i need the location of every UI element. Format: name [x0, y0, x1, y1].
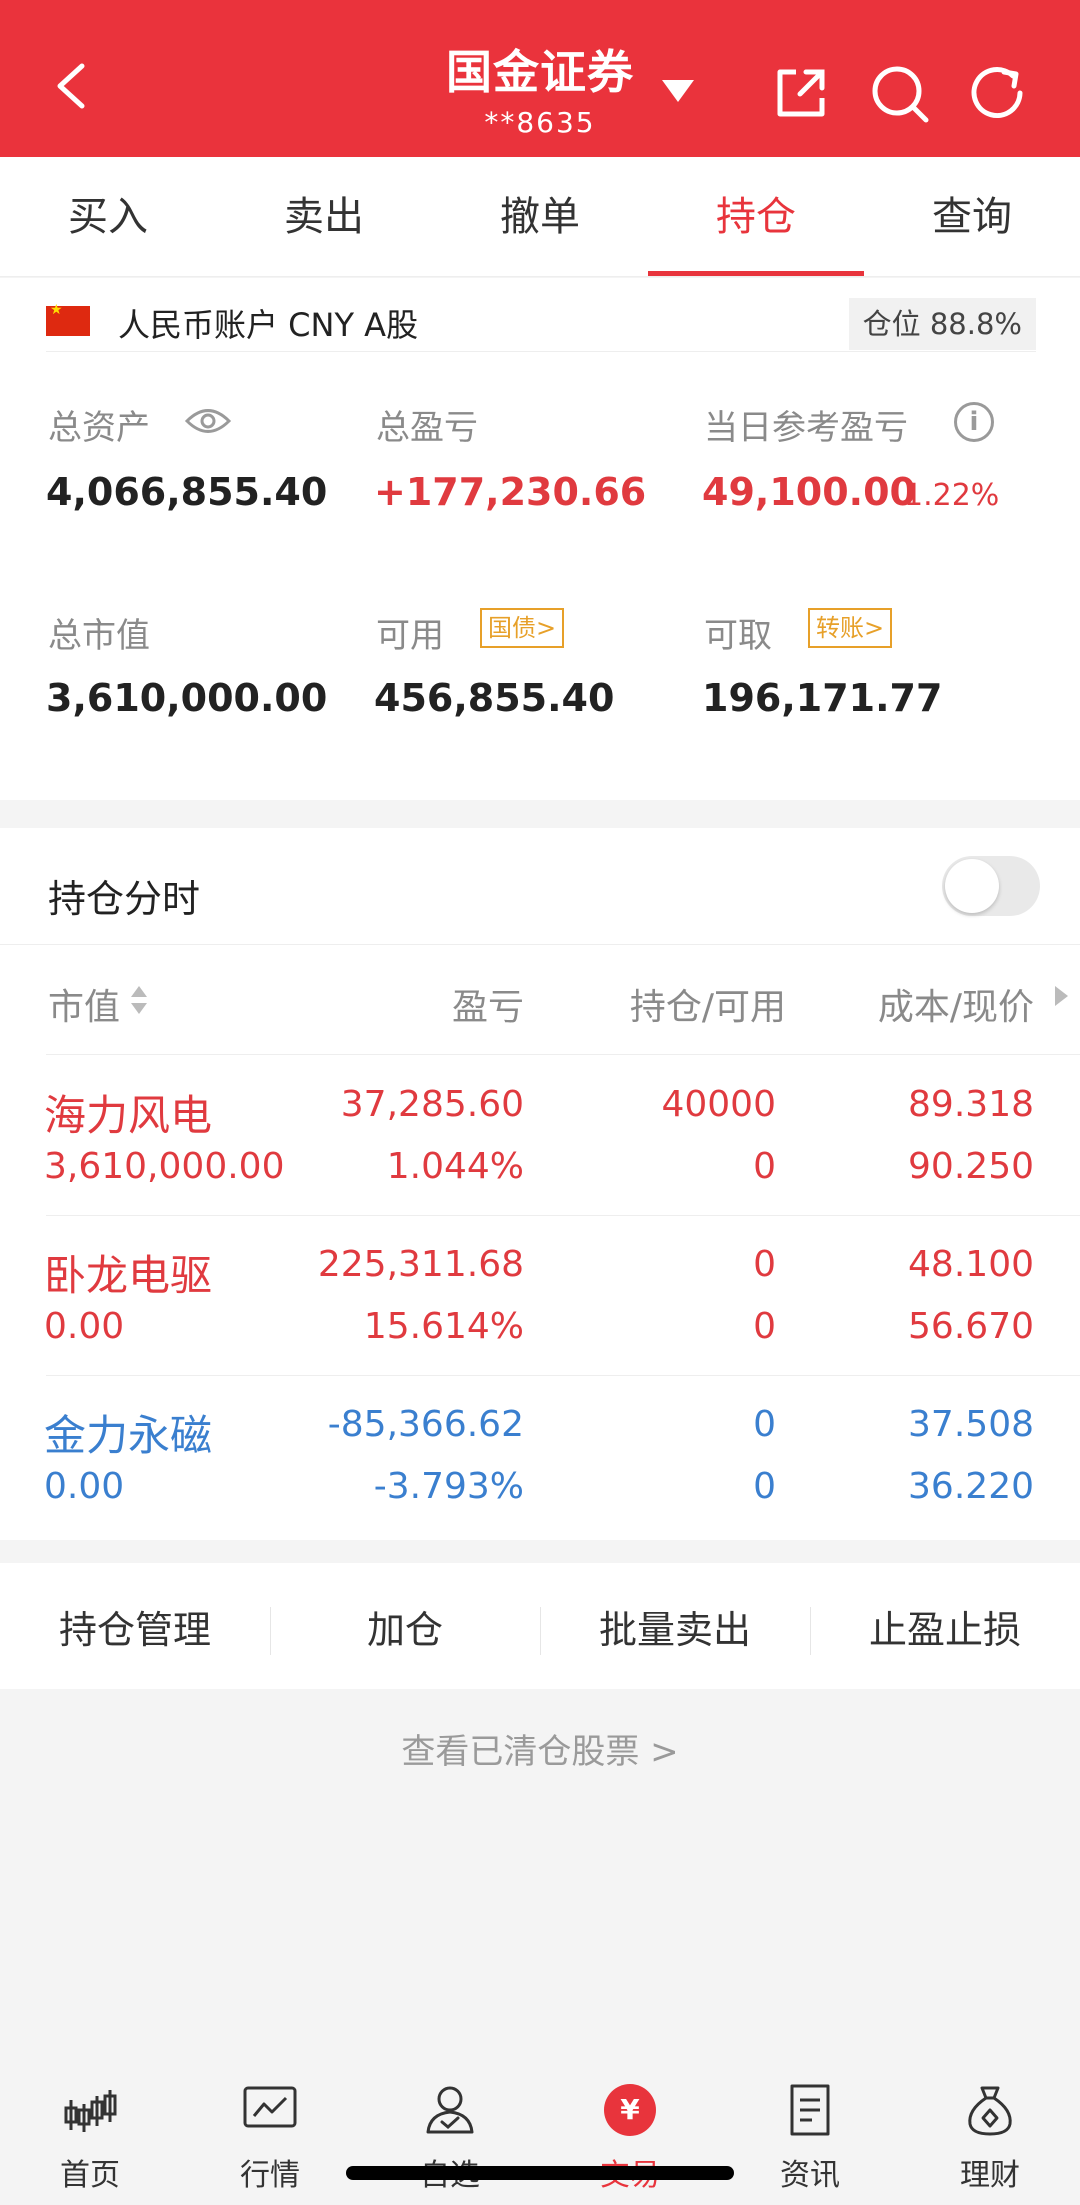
- dropdown-caret-icon: [662, 80, 694, 102]
- stock-pnl: -85,366.62: [327, 1404, 524, 1445]
- daily-pnl-value: 49,100.00: [702, 470, 916, 514]
- eye-icon[interactable]: [184, 404, 232, 438]
- holdings-timeshare-label: 持仓分时: [48, 877, 201, 921]
- candlestick-icon: [64, 2090, 117, 2132]
- search-icon[interactable]: [868, 62, 930, 124]
- nav-label: 行情: [240, 2158, 300, 2193]
- daily-pnl-label: 当日参考盈亏: [704, 408, 908, 448]
- total-assets-label: 总资产: [48, 408, 150, 448]
- available-label: 可用: [376, 616, 444, 656]
- home-indicator[interactable]: [346, 2166, 734, 2180]
- stock-pnl-percent: 1.044%: [386, 1146, 524, 1187]
- table-row[interactable]: 海力风电 3,610,000.00 37,285.60 1.044% 40000…: [0, 1056, 1080, 1216]
- stock-pnl: 225,311.68: [317, 1244, 524, 1285]
- svg-text:¥: ¥: [620, 2093, 640, 2126]
- stock-name: 卧龙电驱: [44, 1251, 213, 1300]
- add-position-button[interactable]: 加仓: [270, 1599, 540, 1655]
- money-bag-icon: [968, 2086, 1012, 2136]
- stock-available: 0: [753, 1146, 776, 1187]
- stock-holding: 40000: [661, 1084, 776, 1125]
- stock-holding: 0: [753, 1244, 776, 1285]
- nav-trade[interactable]: ¥ 交易: [540, 2060, 720, 2205]
- table-row[interactable]: 金力永磁 0.00 -85,366.62 -3.793% 0 0 37.508 …: [0, 1376, 1080, 1536]
- back-icon[interactable]: [46, 58, 102, 114]
- yuan-icon: ¥: [604, 2084, 656, 2136]
- stock-price: 36.220: [908, 1466, 1034, 1507]
- column-pnl: 盈亏: [451, 987, 524, 1028]
- more-columns-icon[interactable]: [1055, 986, 1068, 1006]
- chart-icon: [243, 2086, 297, 2128]
- timeshare-toggle[interactable]: [942, 856, 1040, 916]
- trade-tabs: 买入 卖出 撤单 持仓 查询: [0, 157, 1080, 277]
- stock-price: 56.670: [908, 1306, 1034, 1347]
- view-cleared-stocks-link[interactable]: 查看已清仓股票 >: [0, 1724, 1080, 1773]
- market-value-label: 总市值: [48, 616, 150, 656]
- column-market-value[interactable]: 市值: [48, 978, 120, 1030]
- position-ratio: 仓位 88.8%: [848, 298, 1036, 350]
- stock-price: 90.250: [908, 1146, 1034, 1187]
- user-check-icon: [426, 2086, 474, 2134]
- withdrawable-value: 196,171.77: [702, 676, 943, 720]
- bottom-nav: 首页 行情 自选 ¥ 交易: [0, 2060, 1080, 2205]
- stock-cost: 48.100: [908, 1244, 1034, 1285]
- column-cost-price: 成本/现价: [877, 987, 1034, 1028]
- refresh-icon[interactable]: [966, 62, 1028, 124]
- tab-buy[interactable]: 买入: [0, 157, 216, 276]
- tab-query[interactable]: 查询: [864, 157, 1080, 276]
- holdings-action-bar: 持仓管理 加仓 批量卖出 止盈止损: [0, 1563, 1080, 1689]
- stock-market-value: 0.00: [44, 1306, 125, 1347]
- stock-name: 金力永磁: [44, 1411, 213, 1460]
- nav-news[interactable]: 资讯: [720, 2060, 900, 2205]
- holdings-section: 持仓分时 市值 盈亏 持仓/可用 成本/现价 海力风电 3,610,000.00…: [0, 828, 1080, 1540]
- account-row: 人民币账户 CNY A股 仓位 88.8%: [46, 288, 1036, 352]
- nav-market[interactable]: 行情: [180, 2060, 360, 2205]
- info-icon[interactable]: i: [954, 402, 994, 442]
- take-profit-stop-loss-button[interactable]: 止盈止损: [810, 1599, 1080, 1655]
- share-icon[interactable]: [770, 62, 832, 124]
- nav-label: 理财: [960, 2158, 1020, 2193]
- china-flag-icon: [46, 302, 90, 336]
- stock-holding: 0: [753, 1404, 776, 1445]
- stock-pnl-percent: 15.614%: [363, 1306, 524, 1347]
- available-value: 456,855.40: [374, 676, 615, 720]
- treasury-bond-badge[interactable]: 国债>: [480, 608, 565, 648]
- stock-market-value: 3,610,000.00: [44, 1146, 285, 1187]
- stock-market-value: 0.00: [44, 1466, 125, 1507]
- account-number: **8635: [484, 106, 596, 139]
- transfer-badge[interactable]: 转账>: [808, 608, 893, 648]
- tab-sell[interactable]: 卖出: [216, 157, 432, 276]
- app: 国金证券 **8635 买入 卖出 撤单 持仓 查询 人民币账户 CNY A股 …: [0, 0, 1080, 2205]
- batch-sell-button[interactable]: 批量卖出: [540, 1599, 810, 1655]
- broker-title: 国金证券: [446, 45, 634, 99]
- total-pnl-label: 总盈亏: [376, 408, 478, 448]
- stock-cost: 37.508: [908, 1404, 1034, 1445]
- nav-wealth[interactable]: 理财: [900, 2060, 1080, 2205]
- stock-pnl-percent: -3.793%: [373, 1466, 524, 1507]
- stock-available: 0: [753, 1466, 776, 1507]
- broker-selector[interactable]: 国金证券: [300, 36, 780, 102]
- stock-available: 0: [753, 1306, 776, 1347]
- manage-holdings-button[interactable]: 持仓管理: [0, 1599, 270, 1654]
- column-holding-available: 持仓/可用: [629, 987, 786, 1028]
- nav-label: 首页: [60, 2158, 120, 2193]
- stock-cost: 89.318: [908, 1084, 1034, 1125]
- tab-holdings[interactable]: 持仓: [648, 157, 864, 276]
- nav-home[interactable]: 首页: [0, 2060, 180, 2205]
- total-pnl-value: +177,230.66: [374, 470, 647, 514]
- tab-cancel[interactable]: 撤单: [432, 157, 648, 276]
- account-panel: 人民币账户 CNY A股 仓位 88.8% 总资产 4,066,855.40 总…: [0, 278, 1080, 800]
- stock-pnl: 37,285.60: [340, 1084, 524, 1125]
- table-row[interactable]: 卧龙电驱 0.00 225,311.68 15.614% 0 0 48.100 …: [0, 1216, 1080, 1376]
- sort-icon[interactable]: [128, 982, 150, 1018]
- withdrawable-label: 可取: [704, 616, 772, 656]
- header: 国金证券 **8635: [0, 0, 1080, 157]
- nav-label: 资讯: [780, 2158, 840, 2193]
- nav-watchlist[interactable]: 自选: [360, 2060, 540, 2205]
- daily-pnl-percent: 1.22%: [904, 478, 1000, 513]
- document-icon: [790, 2084, 830, 2136]
- total-assets-value: 4,066,855.40: [46, 470, 328, 514]
- account-label: 人民币账户 CNY A股: [118, 306, 419, 344]
- stock-name: 海力风电: [44, 1091, 213, 1140]
- market-value-value: 3,610,000.00: [46, 676, 328, 720]
